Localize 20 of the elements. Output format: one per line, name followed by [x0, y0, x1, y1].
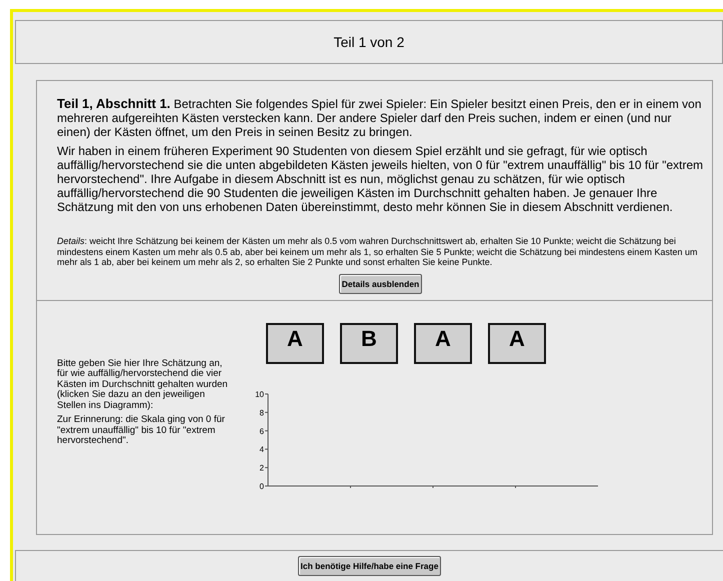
- page-title: Teil 1 von 2: [334, 34, 404, 50]
- help-button[interactable]: Ich benötige Hilfe/habe eine Frage: [298, 556, 442, 576]
- intro-paragraph: Teil 1, Abschnitt 1. Betrachten Sie folgendes Spiel für zwei Spieler: Ein Spieler besitzt einen Preis, den er in einem von mehreren aufgereihten Kästen verstecken kann. Der andere Spieler darf den Preis suchen, indem er einen (und nur einen) der Kästen öffnet, um den Preis in seinen Besitz zu bringen.: [57, 97, 702, 139]
- instruction-text: Zur Erinnerung: die Skala ging von 0 für "extrem unauffällig" bis 10 für "extrem hervorstechend".: [57, 415, 226, 446]
- box-card: A: [414, 322, 472, 364]
- details-text: Details: weicht Ihre Schätzung bei keinem der Kästen um mehr als 0.5 vom wahren Durchschnittswert ab, erhalten Sie 10 Punkte; weicht die Schätzung bei mindestens einem Kasten um mehr als 0.5 ab, aber bei keinem um mehr als 1, so erhalten Sie 5 Punkte; weicht die Schätzung bei mindestens einem Kasten um mehr als 1 ab, aber bei keinem um mehr als 2, so erhalten Sie 2 Punkte und sonst erhalten Sie keine Punkte.: [57, 236, 698, 268]
- box-card: B: [340, 322, 398, 364]
- y-tick-label: 6: [260, 426, 265, 436]
- task-paragraph: Wir haben in einem früheren Experiment 90 Studenten von diesem Spiel erzählt und sie gefragt, für wie optisch auffällig/hervorstechend sie die unten abgebildeten Kästen jeweils hielten, von 0 für "extrem unauffällig" bis 10 für "extrem hervorstechend". Ihre Aufgabe in diesem Abschnitt ist es nun, möglichst genau zu schätzen, für wie optisch auffällig/hervorstechend die 90 Studenten die jeweiligen Kästen im Durchschnitt gehalten haben. Je genauer Ihre Schätzung mit den von uns erhobenen Daten übereinstimmt, desto mehr können Sie in diesem Abschnitt verdienen.: [57, 144, 704, 214]
- y-tick-label: 2: [260, 463, 265, 472]
- y-tick-label: 8: [260, 408, 265, 417]
- y-tick-label: 10: [255, 390, 265, 398]
- hide-details-button[interactable]: Details ausblenden: [338, 274, 422, 294]
- y-tick-label: 0: [260, 482, 265, 490]
- estimate-chart[interactable]: 0 2 4 6 8 10: [242, 390, 602, 492]
- instruction-text: Bitte geben Sie hier Ihre Schätzung an, für wie auffällig/hervorstechend die vier Kästen im Durchschnitt gehalten wurden (klicken Sie dazu an den jeweiligen Stellen ins Diagramm):: [57, 358, 229, 411]
- box-card: A: [266, 322, 324, 364]
- box-card: A: [488, 322, 546, 364]
- y-tick-label: 4: [260, 444, 265, 454]
- y-axis: 0 2 4 6 8 10: [255, 390, 268, 490]
